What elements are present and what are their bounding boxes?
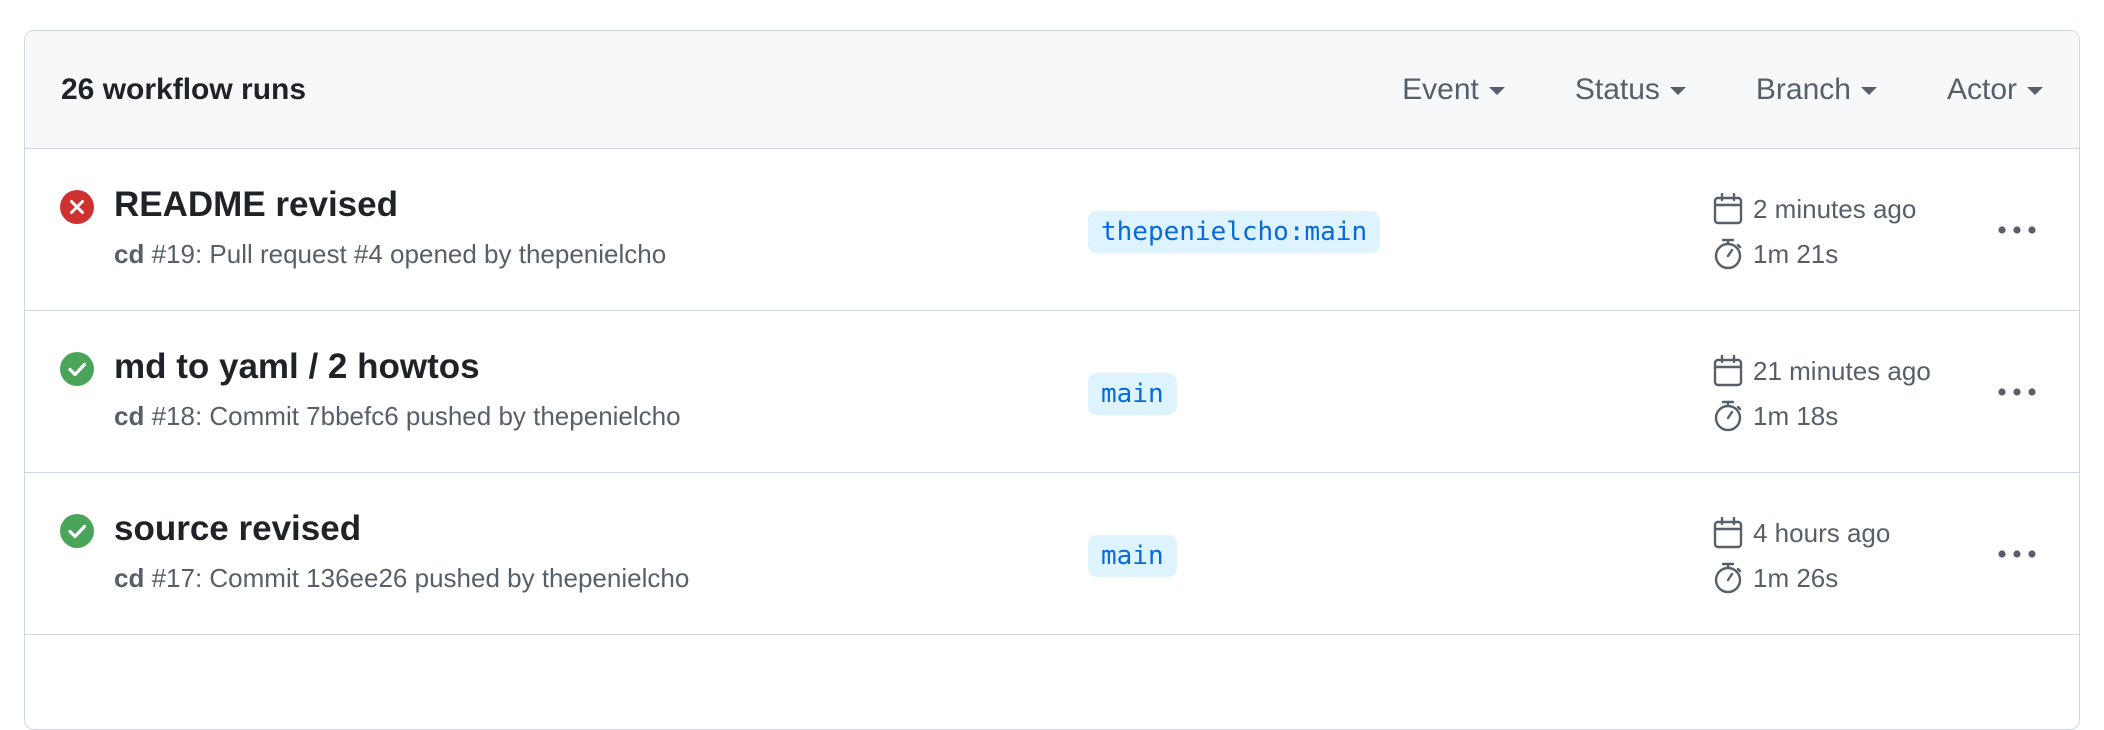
workflow-name: cd (114, 563, 145, 593)
run-when: 2 minutes ago (1753, 193, 1917, 224)
run-when: 4 hours ago (1753, 517, 1891, 548)
branch-filter-dropdown[interactable]: Branch (1756, 73, 1877, 107)
run-timestamp: 4 hours ago (1713, 517, 1890, 549)
more-options-button[interactable] (1995, 374, 2039, 410)
stopwatch-icon (1714, 238, 1742, 270)
calendar-icon (1713, 517, 1743, 549)
caret-down-icon (2027, 87, 2043, 95)
run-duration-value: 1m 21s (1753, 238, 1839, 269)
workflow-name: cd (114, 239, 145, 269)
run-when: 21 minutes ago (1753, 355, 1931, 386)
workflow-run-row: md to yaml / 2 howtos cd #18: Commit 7bb… (25, 311, 2079, 473)
check-circle-fill-icon (60, 514, 94, 548)
caret-down-icon (1860, 87, 1877, 95)
actor-filter-dropdown[interactable]: Actor (1947, 73, 2043, 107)
workflow-run-row: source revised cd #17: Commit 136ee26 pu… (25, 473, 2079, 635)
run-duration: 1m 26s (1713, 562, 1838, 594)
calendar-icon (1713, 355, 1743, 387)
workflow-name: cd (114, 401, 145, 431)
run-meta: cd #18: Commit 7bbefc6 pushed by thepeni… (114, 401, 681, 432)
x-circle-fill-icon (60, 190, 94, 224)
caret-down-icon (1488, 87, 1505, 95)
status-filter-dropdown[interactable]: Status (1575, 73, 1686, 107)
run-detail: #19: Pull request #4 opened by thepeniel… (144, 239, 667, 269)
status-filter-label: Status (1574, 72, 1660, 106)
check-circle-fill-icon (60, 352, 94, 386)
more-options-button[interactable] (1995, 212, 2039, 248)
kebab-horizontal-icon (1998, 550, 2036, 558)
filter-bar: Event Status Branch Actor (1402, 73, 2043, 107)
workflow-run-row: README revised cd #19: Pull request #4 o… (25, 149, 2079, 311)
run-title-link[interactable]: md to yaml / 2 howtos (114, 347, 480, 387)
branch-label[interactable]: main (1088, 373, 1177, 415)
caret-down-icon (1669, 87, 1686, 95)
stopwatch-icon (1714, 562, 1742, 594)
run-title-link[interactable]: source revised (114, 509, 361, 549)
branch-label[interactable]: thepenielcho:main (1088, 211, 1381, 253)
more-options-button[interactable] (1995, 536, 2039, 572)
run-meta: cd #19: Pull request #4 opened by thepen… (114, 239, 666, 270)
actor-filter-label: Actor (1946, 72, 2017, 106)
run-duration: 1m 18s (1713, 400, 1838, 432)
run-count: 26 workflow runs (61, 72, 307, 106)
run-meta: cd #17: Commit 136ee26 pushed by thepeni… (114, 563, 689, 594)
kebab-horizontal-icon (1998, 388, 2036, 396)
run-timestamp: 21 minutes ago (1713, 355, 1931, 387)
event-filter-label: Event (1402, 72, 1479, 106)
calendar-icon (1713, 193, 1743, 225)
workflow-runs-header: 26 workflow runs Event Status Branch Act… (25, 31, 2079, 149)
stopwatch-icon (1714, 400, 1742, 432)
run-duration-value: 1m 26s (1753, 562, 1839, 593)
run-duration-value: 1m 18s (1753, 400, 1839, 431)
run-timestamp: 2 minutes ago (1713, 193, 1916, 225)
run-title-link[interactable]: README revised (114, 185, 398, 225)
run-duration: 1m 21s (1713, 238, 1838, 270)
branch-label[interactable]: main (1088, 535, 1177, 577)
run-detail: #18: Commit 7bbefc6 pushed by thepenielc… (144, 401, 681, 431)
run-detail: #17: Commit 136ee26 pushed by thepenielc… (144, 563, 690, 593)
kebab-horizontal-icon (1998, 226, 2036, 234)
event-filter-dropdown[interactable]: Event (1402, 73, 1505, 107)
workflow-runs-box: 26 workflow runs Event Status Branch Act… (24, 30, 2080, 730)
branch-filter-label: Branch (1755, 72, 1851, 106)
